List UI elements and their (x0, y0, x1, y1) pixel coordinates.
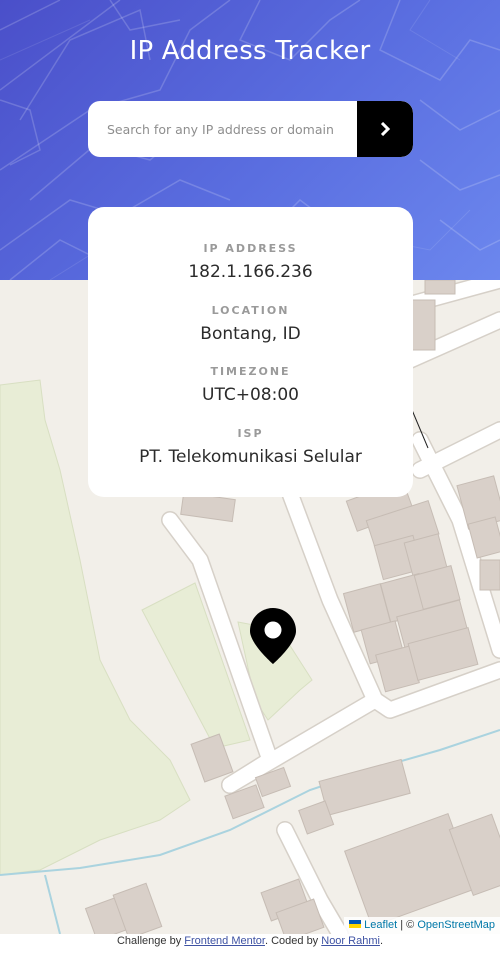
isp-label: ISP (237, 426, 264, 440)
leaflet-link[interactable]: Leaflet (364, 919, 397, 931)
isp-value: PT. Telekomunikasi Selular (139, 446, 362, 467)
search-submit-button[interactable] (357, 101, 413, 157)
location-pin-icon (250, 608, 296, 664)
frontend-mentor-link[interactable]: Frontend Mentor (184, 935, 265, 947)
ukraine-flag-icon (349, 920, 362, 928)
openstreetmap-link[interactable]: OpenStreetMap (417, 919, 495, 931)
timezone-value: UTC+08:00 (202, 385, 299, 405)
ip-info-card: IP ADDRESS 182.1.166.236 LOCATION Bontan… (88, 207, 413, 497)
attribution-separator: | © (397, 919, 418, 931)
timezone-section: TIMEZONE UTC+08:00 (88, 364, 413, 426)
chevron-right-icon (380, 122, 391, 136)
ip-address-label: IP ADDRESS (203, 242, 298, 255)
ip-address-section: IP ADDRESS 182.1.166.236 (88, 241, 413, 303)
location-label: LOCATION (211, 303, 290, 317)
footer: Challenge by Frontend Mentor. Coded by N… (0, 934, 500, 953)
footer-suffix: . (379, 935, 383, 947)
isp-section: ISP PT. Telekomunikasi Selular (88, 426, 413, 488)
footer-middle: . Coded by (264, 935, 322, 947)
map-attribution: Leaflet | © OpenStreetMap (344, 917, 500, 934)
search-bar (88, 101, 413, 157)
footer-prefix: Challenge by (116, 935, 185, 947)
location-marker[interactable] (250, 608, 296, 664)
location-section: LOCATION Bontang, ID (88, 303, 413, 365)
author-link[interactable]: Noor Rahmi (321, 935, 380, 947)
timezone-label: TIMEZONE (210, 365, 291, 378)
ip-address-value: 182.1.166.236 (188, 262, 313, 282)
location-value: Bontang, ID (200, 323, 301, 344)
search-input[interactable] (88, 101, 357, 157)
page-title: IP Address Tracker (129, 36, 371, 66)
